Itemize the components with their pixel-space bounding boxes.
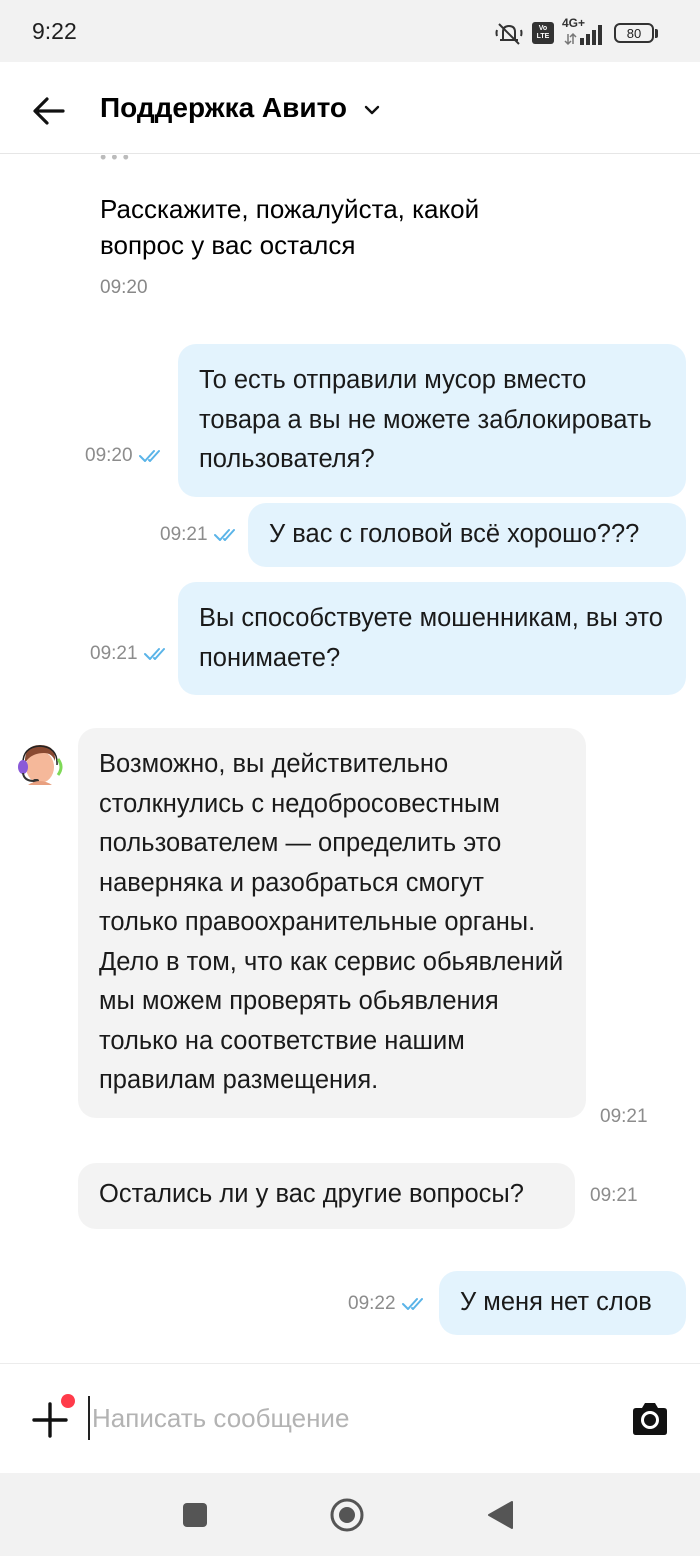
message-list[interactable]: • • • Расскажите, пожалуйста, какой вопр… [0,155,700,1363]
incoming-message-bubble[interactable]: Остались ли у вас другие вопросы? [78,1163,575,1229]
status-time: 9:22 [32,18,77,44]
signal-indicator: 4G+ [562,16,606,46]
message-meta: 09:21 [90,643,170,665]
message-text: Остались ли у вас другие вопросы? [99,1180,524,1208]
signal-icon [564,25,602,46]
incoming-message-bubble[interactable]: Возможно, вы действительно столкнулись с… [78,728,586,1118]
volte-icon: Vo LTE [532,22,554,44]
support-avatar-icon [18,745,63,785]
message-time: 09:22 [348,1293,396,1314]
outgoing-message-bubble[interactable]: У меня нет слов [439,1271,686,1335]
message-time: 09:21 [160,524,208,545]
system-back-button[interactable] [480,1495,520,1535]
double-check-icon [213,529,235,541]
notification-dot [61,1394,75,1408]
message-time: 09:21 [90,643,138,664]
double-check-icon [143,648,165,660]
double-check-icon [401,1298,423,1310]
outgoing-message-bubble[interactable]: Вы способствуете мошенникам, вы это пони… [178,582,686,695]
camera-icon[interactable] [630,1399,670,1439]
recents-button[interactable] [175,1495,215,1535]
status-bar: 9:22 Vo LTE 4G+ 80 [0,0,700,62]
message-time: 09:21 [600,1106,648,1127]
message-composer [0,1363,700,1473]
message-meta: 09:21 [590,1185,638,1207]
home-button[interactable] [327,1495,367,1535]
clipped-previous-message: • • • [100,155,129,167]
system-nav-bar [0,1473,700,1556]
outgoing-message-bubble[interactable]: У вас с головой всё хорошо??? [248,503,686,567]
message-text: У меня нет слов [460,1288,652,1316]
chevron-down-icon[interactable] [362,100,382,120]
message-input[interactable] [88,1396,588,1440]
message-meta: 09:21 [600,1106,648,1128]
message-text: Вы способствуете мошенникам, вы это пони… [199,604,663,672]
battery-level: 80 [614,23,654,43]
volte-label: Vo LTE [536,25,550,40]
battery-indicator: 80 [614,23,658,43]
circle-home-icon [330,1498,364,1532]
battery-tip [655,28,658,38]
message-meta: 09:21 [160,524,240,546]
chat-header: Поддержка Авито [0,62,700,154]
back-button[interactable] [26,88,72,134]
double-check-icon [138,450,160,462]
message-meta: 09:20 [85,445,165,467]
message-text: То есть отправили мусор вместо товара а … [199,366,652,473]
message-time: 09:20 [100,277,148,298]
status-icons: Vo LTE 4G+ 80 [494,16,658,48]
message-text: Возможно, вы действительно столкнулись с… [99,750,564,1094]
chat-title[interactable]: Поддержка Авито [100,92,347,124]
silent-mode-icon [495,23,523,45]
triangle-back-icon [488,1501,513,1529]
outgoing-message-bubble[interactable]: То есть отправили мусор вместо товара а … [178,344,686,497]
back-arrow-icon [33,97,65,125]
message-text: У вас с головой всё хорошо??? [269,520,640,548]
message-meta: 09:22 [348,1293,428,1315]
message-time: 09:21 [590,1185,638,1206]
message-time: 09:20 [85,445,133,466]
square-icon [183,1503,207,1527]
incoming-message-text: Расскажите, пожалуйста, какой вопрос у в… [100,194,480,260]
